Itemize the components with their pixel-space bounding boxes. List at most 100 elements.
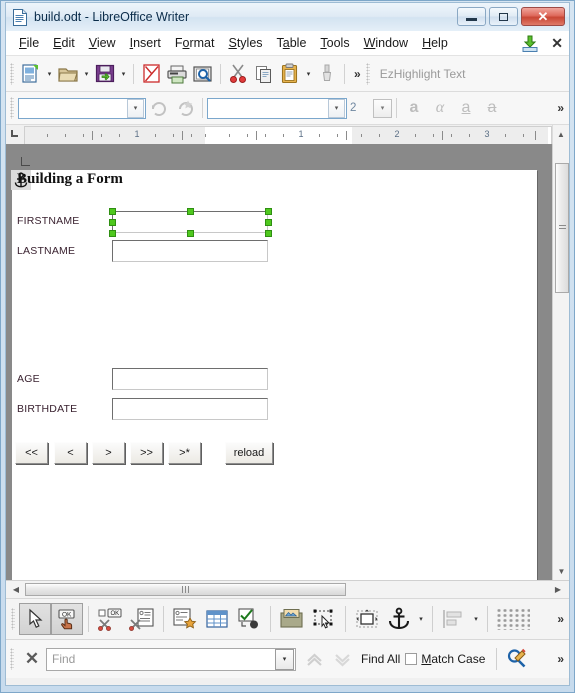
open-document-button[interactable]	[55, 61, 81, 87]
formatting-toolbar-grip[interactable]	[10, 97, 14, 119]
find-toolbar-overflow-button[interactable]: »	[552, 652, 569, 666]
field-input-birthdate[interactable]	[112, 398, 268, 420]
update-style-button[interactable]	[146, 95, 172, 121]
selection-handle-middle-right[interactable]	[265, 219, 272, 226]
display-grid-button[interactable]	[493, 603, 533, 635]
copy-button[interactable]	[251, 61, 277, 87]
new-record-button[interactable]: >*	[168, 442, 201, 464]
paste-button[interactable]	[277, 61, 303, 87]
italic-button[interactable]: α	[427, 95, 453, 121]
menu-item-window[interactable]: Window	[357, 33, 415, 53]
previous-record-button[interactable]: <	[54, 442, 87, 464]
find-and-replace-button[interactable]	[503, 645, 531, 673]
table-control-button[interactable]	[201, 603, 233, 635]
menu-item-insert[interactable]: Insert	[123, 33, 168, 53]
ruler-corner[interactable]	[6, 125, 24, 144]
select-marquee-button[interactable]	[308, 603, 340, 635]
menu-item-format[interactable]: Format	[168, 33, 222, 53]
selection-handle-top-left[interactable]	[109, 208, 116, 215]
menu-item-view[interactable]: View	[82, 33, 123, 53]
new-style-button[interactable]	[172, 95, 198, 121]
paragraph-style-combo[interactable]: ▾	[18, 97, 146, 119]
check-box-button[interactable]	[233, 603, 265, 635]
field-input-lastname[interactable]	[112, 240, 268, 262]
horizontal-scrollbar-thumb[interactable]	[25, 583, 346, 596]
bold-button[interactable]: a	[401, 95, 427, 121]
scroll-down-button[interactable]: ▼	[553, 563, 569, 580]
field-input-age[interactable]	[112, 368, 268, 390]
print-preview-button[interactable]	[190, 61, 216, 87]
open-document-dropdown[interactable]: ▾	[81, 61, 92, 87]
vertical-scrollbar[interactable]: ▼	[552, 144, 569, 580]
anchor-dropdown[interactable]: ▾	[415, 603, 427, 635]
selection-handle-top-center[interactable]	[187, 208, 194, 215]
chevron-down-icon[interactable]: ▾	[127, 98, 144, 118]
menu-item-styles[interactable]: Styles	[221, 33, 269, 53]
document-canvas[interactable]: Building a Form FIRSTNAME LASTNAME AGE B…	[6, 144, 552, 580]
reload-button[interactable]: reload	[225, 442, 273, 464]
chevron-down-icon[interactable]: ▾	[328, 98, 345, 118]
font-size-dropdown-icon[interactable]: ▾	[373, 98, 392, 118]
toolbar-grip[interactable]	[10, 62, 14, 85]
find-previous-button[interactable]	[300, 645, 328, 673]
menu-item-help[interactable]: Help	[415, 33, 455, 53]
maximize-button[interactable]	[489, 7, 518, 26]
selection-handle-top-right[interactable]	[265, 208, 272, 215]
find-all-button[interactable]: Find All	[361, 652, 400, 666]
page-heading[interactable]: Building a Form	[17, 171, 123, 188]
image-control-button[interactable]	[276, 603, 308, 635]
control-wizards-button[interactable]: OK	[94, 603, 126, 635]
toolbar-overflow-button[interactable]: »	[349, 67, 366, 81]
formatting-toolbar-overflow-button[interactable]: »	[552, 101, 569, 115]
find-toolbar-grip[interactable]	[10, 648, 14, 670]
design-mode-button[interactable]: OK	[51, 603, 83, 635]
new-document-button[interactable]	[18, 61, 44, 87]
scroll-left-button[interactable]: ◀	[8, 581, 24, 598]
document-page[interactable]: Building a Form FIRSTNAME LASTNAME AGE B…	[11, 157, 537, 580]
clone-formatting-button[interactable]	[314, 61, 340, 87]
match-case-checkbox[interactable]	[405, 653, 418, 665]
strikethrough-button[interactable]: a	[479, 95, 505, 121]
search-input[interactable]: Find ▾	[46, 647, 296, 671]
align-objects-button[interactable]	[438, 603, 470, 635]
print-button[interactable]	[164, 61, 190, 87]
font-size-value[interactable]: 2	[347, 102, 373, 114]
menu-item-tools[interactable]: Tools	[313, 33, 356, 53]
chevron-down-icon[interactable]: ▾	[275, 648, 294, 670]
selection-handle-bottom-right[interactable]	[265, 230, 272, 237]
scroll-right-button[interactable]: ▶	[550, 581, 566, 598]
new-document-dropdown[interactable]: ▾	[44, 61, 55, 87]
first-record-button[interactable]: <<	[15, 442, 48, 464]
minimize-button[interactable]	[457, 7, 486, 26]
toolbar-grip-secondary[interactable]	[365, 62, 370, 85]
save-document-dropdown[interactable]: ▾	[118, 61, 129, 87]
menu-item-file[interactable]: FFileile	[12, 33, 46, 53]
font-size-spinner[interactable]: 2 ▾	[347, 98, 392, 119]
underline-button[interactable]: a	[453, 95, 479, 121]
export-pdf-button[interactable]	[138, 61, 164, 87]
position-and-size-button[interactable]	[351, 603, 383, 635]
close-document-icon[interactable]: ✕	[551, 35, 563, 52]
cut-button[interactable]	[225, 61, 251, 87]
save-document-icon[interactable]	[521, 35, 539, 53]
ezhighlight-text-label[interactable]: EzHighlight Text	[380, 67, 466, 81]
selection-handle-bottom-left[interactable]	[109, 230, 116, 237]
selection-handle-bottom-center[interactable]	[187, 230, 194, 237]
form-toolbar-grip[interactable]	[11, 608, 15, 630]
horizontal-ruler[interactable]: 1 1 2 3	[24, 126, 552, 145]
select-tool-button[interactable]	[19, 603, 51, 635]
match-case-label[interactable]: Match Case	[421, 652, 485, 666]
horizontal-scrollbar[interactable]: ◀ ▶	[6, 580, 569, 598]
paste-dropdown[interactable]: ▾	[303, 61, 314, 87]
control-properties-button[interactable]	[169, 603, 201, 635]
close-button[interactable]: ✕	[521, 7, 565, 26]
close-find-toolbar-button[interactable]: ✕	[18, 645, 46, 673]
scroll-up-button[interactable]: ▲	[552, 125, 569, 144]
selection-handle-middle-left[interactable]	[109, 219, 116, 226]
align-objects-dropdown[interactable]: ▾	[470, 603, 482, 635]
form-properties-button[interactable]	[126, 603, 158, 635]
font-name-combo[interactable]: ▾	[207, 97, 347, 119]
form-toolbar-overflow-button[interactable]: »	[552, 612, 569, 626]
anchor-button[interactable]	[383, 603, 415, 635]
last-record-button[interactable]: >>	[130, 442, 163, 464]
